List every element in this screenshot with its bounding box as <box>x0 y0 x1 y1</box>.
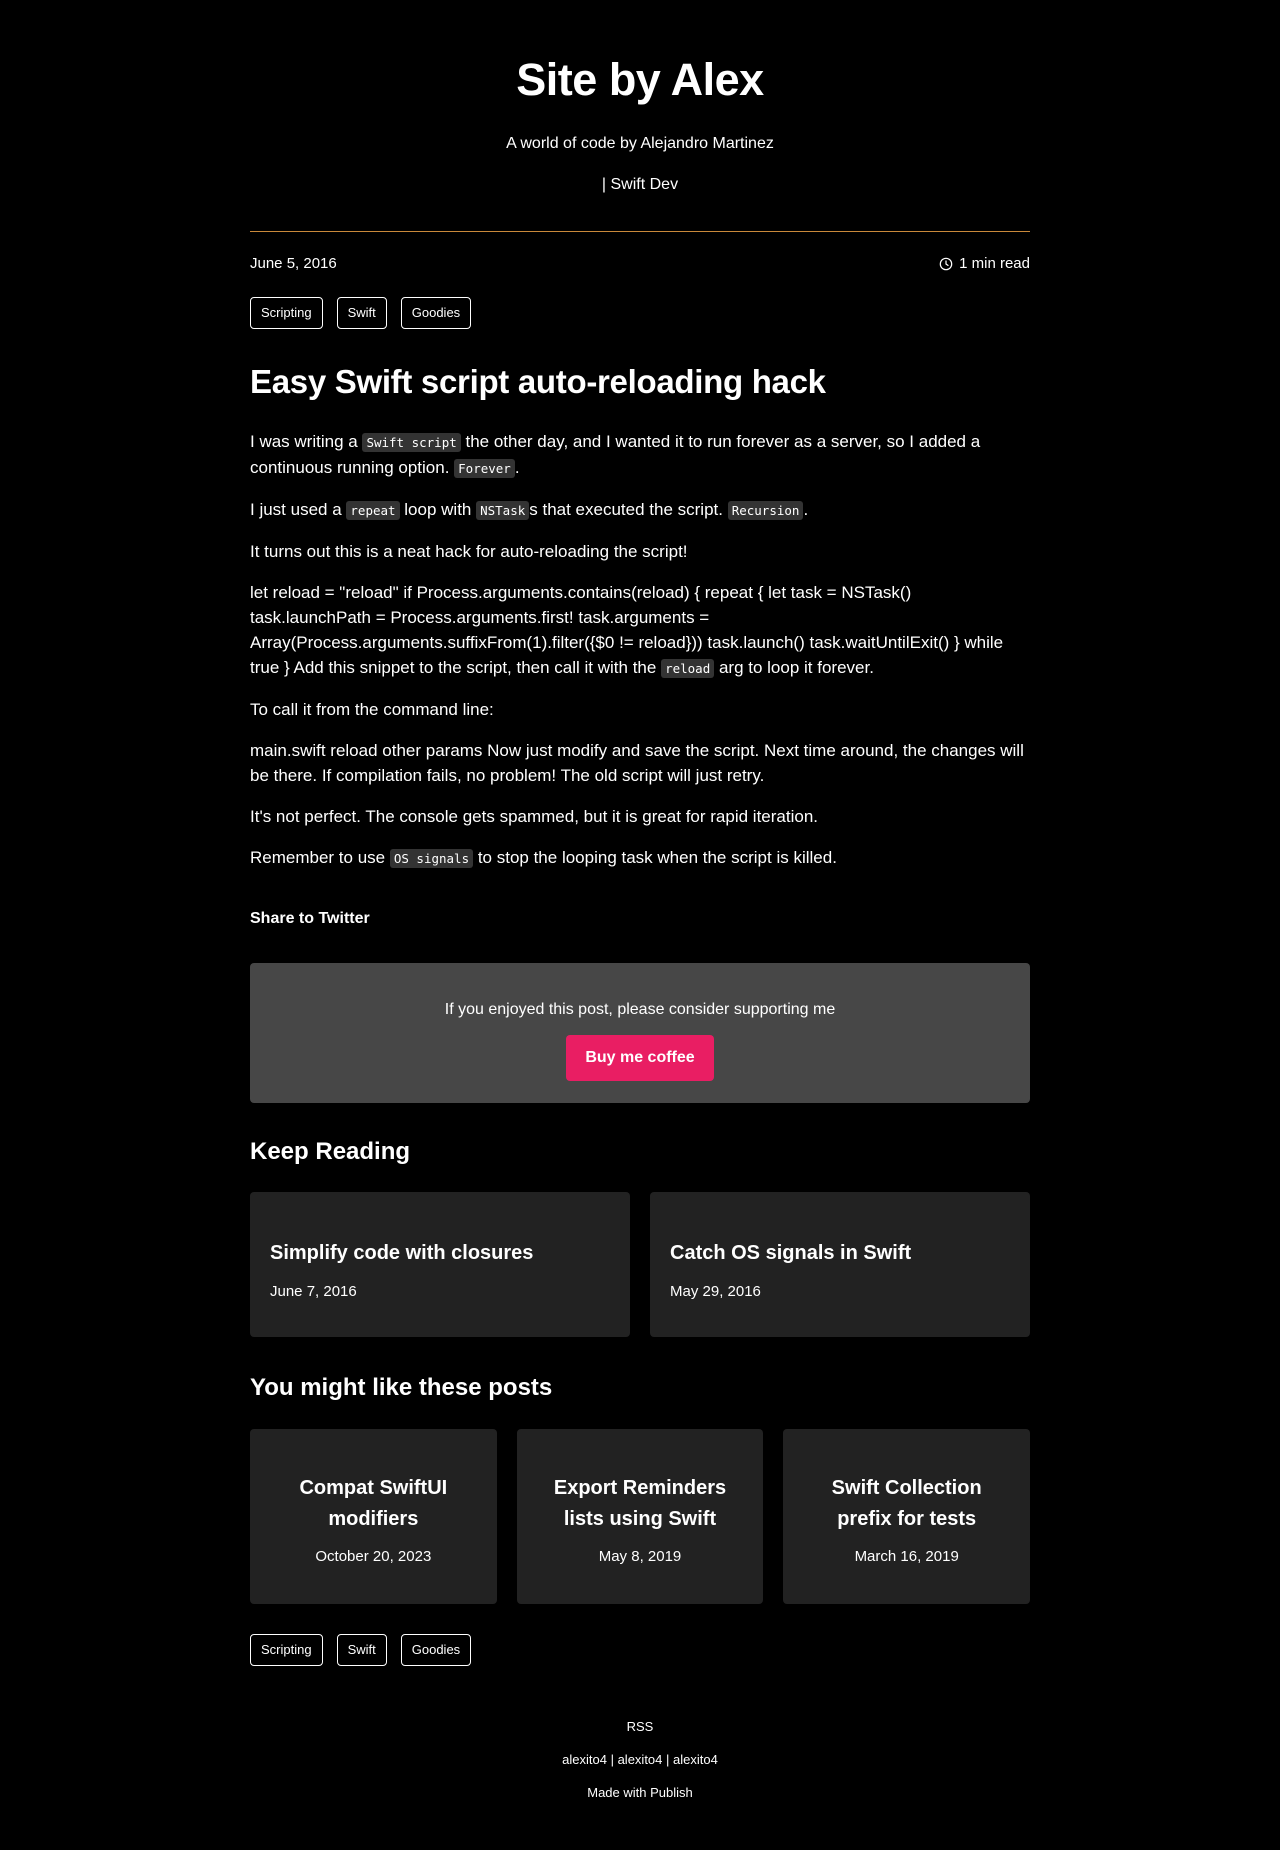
keep-reading-card[interactable]: Catch OS signals in Swift May 29, 2016 <box>650 1192 1030 1337</box>
header-divider <box>250 231 1030 232</box>
read-time: 1 min read <box>939 254 1030 274</box>
card-title: Export Reminders lists using Swift <box>553 1477 727 1530</box>
card-date: May 8, 2019 <box>598 1548 682 1565</box>
inline-code[interactable]: Swift script <box>362 433 461 452</box>
share-to-twitter-link[interactable]: Share to Twitter <box>250 909 1030 929</box>
card-date: March 16, 2019 <box>854 1548 959 1565</box>
card-title: Catch OS signals in Swift <box>670 1242 912 1264</box>
post-date: June 5, 2016 <box>250 255 337 272</box>
support-box: If you enjoyed this post, please conside… <box>250 963 1030 1103</box>
post-tags: Scripting Swift Goodies <box>250 297 1030 329</box>
site-role: | Swift Dev <box>601 176 679 193</box>
card-date: October 20, 2023 <box>315 1548 432 1565</box>
paragraph-6: main.swift reload other params Now just … <box>250 741 1024 785</box>
inline-code: repeat <box>346 501 400 520</box>
site-description: A world of code by Alejandro Martinez <box>506 135 774 152</box>
site-header: Site by Alex A world of code by Alejandr… <box>250 0 1030 197</box>
site-title[interactable]: Site by Alex <box>250 52 1030 108</box>
paragraph-7: It's not perfect. The console gets spamm… <box>250 807 818 826</box>
post-body: I was writing a Swift script the other d… <box>250 429 1030 871</box>
related-post-card[interactable]: Swift Collection prefix for tests March … <box>783 1429 1031 1604</box>
bottom-tags: Scripting Swift Goodies <box>250 1634 1030 1666</box>
tag-swift[interactable]: Swift <box>336 1634 387 1666</box>
clock-icon <box>939 257 953 271</box>
inline-code[interactable]: Recursion <box>727 501 804 520</box>
paragraph-8: Remember to use OS signals to stop the l… <box>250 848 837 868</box>
site-footer: RSS alexito4 | alexito4 | alexito4 Made … <box>250 1718 1030 1802</box>
post-meta: June 5, 2016 1 min read <box>250 254 1030 274</box>
inline-code[interactable]: OS signals <box>389 849 474 868</box>
made-with-publish[interactable]: Made with Publish <box>250 1784 1030 1802</box>
card-date: June 7, 2016 <box>270 1283 357 1300</box>
inline-code[interactable]: Forever <box>454 459 515 478</box>
paragraph-2: I just used a repeat loop with NSTask s t… <box>250 500 809 520</box>
card-title: Swift Collection prefix for tests <box>831 1477 982 1530</box>
tag-scripting[interactable]: Scripting <box>250 1634 323 1666</box>
tag-swift[interactable]: Swift <box>336 297 387 329</box>
card-title: Compat SwiftUI modifiers <box>299 1477 448 1530</box>
tag-goodies[interactable]: Goodies <box>400 1634 472 1666</box>
paragraph-1: I was writing a Swift script the other d… <box>250 432 981 478</box>
tag-scripting[interactable]: Scripting <box>250 297 323 329</box>
read-time-label: 1 min read <box>959 255 1030 272</box>
social-links[interactable]: alexito4 | alexito4 | alexito4 <box>250 1751 1030 1769</box>
related-post-card[interactable]: Compat SwiftUI modifiers October 20, 202… <box>250 1429 497 1604</box>
paragraph-4: let reload = "reload" if Process.argumen… <box>250 583 1004 678</box>
keep-reading-card[interactable]: Simplify code with closures June 7, 2016 <box>250 1192 630 1337</box>
card-date: May 29, 2016 <box>670 1283 761 1300</box>
keep-reading-grid: Simplify code with closures June 7, 2016… <box>250 1192 1030 1337</box>
card-title: Simplify code with closures <box>270 1242 534 1264</box>
rss-link[interactable]: RSS <box>250 1718 1030 1736</box>
post-title: Easy Swift script auto-reloading hack <box>250 363 826 400</box>
you-might-like-grid: Compat SwiftUI modifiers October 20, 202… <box>250 1429 1031 1604</box>
inline-code: NSTask <box>476 501 530 520</box>
paragraph-5: To call it from the command line: <box>250 700 494 719</box>
inline-code: reload <box>661 659 715 678</box>
page-container: Site by Alex A world of code by Alejandr… <box>250 0 1031 1802</box>
buy-me-coffee-button[interactable]: Buy me coffee <box>566 1035 714 1081</box>
paragraph-3: It turns out this is a neat hack for aut… <box>250 542 688 561</box>
tag-goodies[interactable]: Goodies <box>400 297 472 329</box>
support-text: If you enjoyed this post, please conside… <box>444 1001 836 1018</box>
related-post-card[interactable]: Export Reminders lists using Swift May 8… <box>516 1429 764 1604</box>
keep-reading-title: Keep Reading <box>250 1138 411 1165</box>
you-might-like-title: You might like these posts <box>250 1374 553 1401</box>
